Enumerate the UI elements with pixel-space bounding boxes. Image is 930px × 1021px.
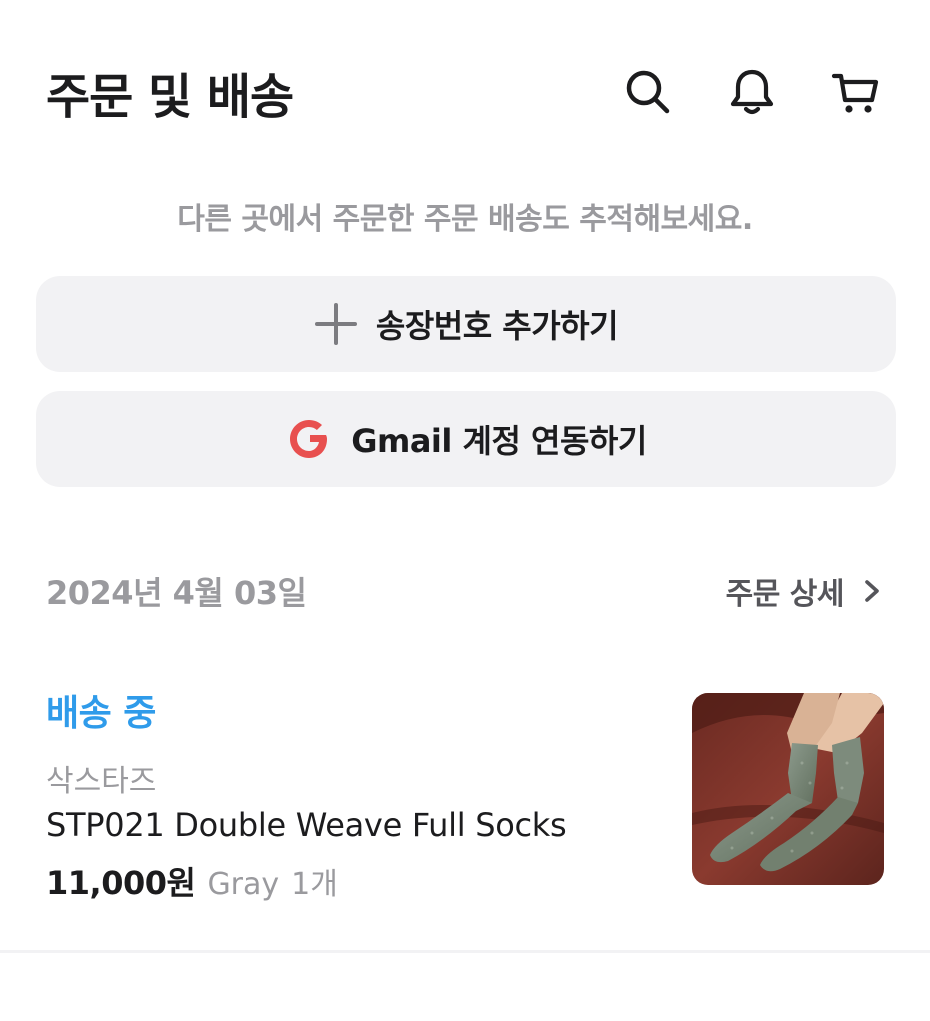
cart-button[interactable] bbox=[826, 62, 886, 122]
product-price: 11,000원 bbox=[46, 864, 196, 902]
chevron-right-icon bbox=[865, 580, 879, 602]
order-date: 2024년 4월 03일 bbox=[46, 574, 307, 612]
section-divider bbox=[0, 950, 930, 953]
shipping-status: 배송 중 bbox=[46, 693, 156, 734]
product-name[interactable]: STP021 Double Weave Full Socks bbox=[46, 806, 567, 844]
product-quantity: 1개 bbox=[291, 867, 338, 902]
google-g-icon bbox=[290, 420, 328, 458]
order-detail-label: 주문 상세 bbox=[725, 577, 845, 612]
search-button[interactable] bbox=[618, 62, 678, 122]
order-detail-link[interactable]: 주문 상세 bbox=[726, 569, 884, 613]
tracking-tip: 다른 곳에서 주문한 주문 배송도 추적해보세요. bbox=[177, 202, 753, 237]
order-group-header: 2024년 4월 03일 주문 상세 bbox=[46, 566, 884, 616]
add-tracking-number-button[interactable]: 송장번호 추가하기 bbox=[36, 276, 896, 372]
link-gmail-label: Gmail 계정 연동하기 bbox=[351, 422, 647, 460]
search-icon bbox=[626, 70, 670, 114]
price-line: 11,000원 Gray 1개 bbox=[46, 858, 338, 904]
page-title: 주문 및 배송 bbox=[46, 69, 294, 125]
header-actions bbox=[618, 62, 886, 122]
socks-photo bbox=[692, 693, 884, 885]
product-option: Gray bbox=[207, 867, 280, 902]
add-tracking-number-label: 송장번호 추가하기 bbox=[375, 307, 619, 345]
orders-page: 주문 및 배송 다른 곳에서 주문한 주문 배송도 추적해보세요. 송장번호 추… bbox=[0, 0, 930, 1021]
notifications-button[interactable] bbox=[722, 62, 782, 122]
link-gmail-button[interactable]: Gmail 계정 연동하기 bbox=[36, 391, 896, 487]
bell-icon bbox=[730, 69, 774, 115]
product-brand: 삭스타즈 bbox=[46, 764, 157, 799]
cart-icon bbox=[831, 73, 879, 113]
plus-icon bbox=[314, 303, 357, 345]
header: 주문 및 배송 bbox=[46, 52, 884, 132]
product-thumbnail[interactable] bbox=[692, 693, 884, 885]
